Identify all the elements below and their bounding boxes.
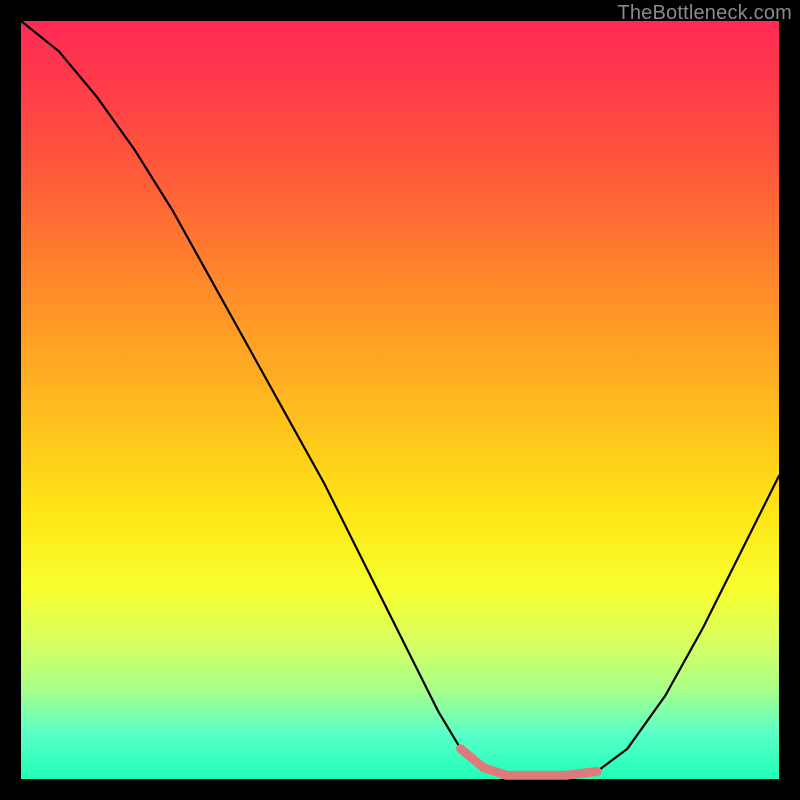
chart-svg	[21, 21, 779, 779]
bottleneck-curve	[21, 21, 779, 775]
watermark-label: TheBottleneck.com	[617, 2, 792, 25]
bottleneck-accent-segment	[461, 749, 597, 776]
chart-stage: TheBottleneck.com	[0, 0, 800, 800]
